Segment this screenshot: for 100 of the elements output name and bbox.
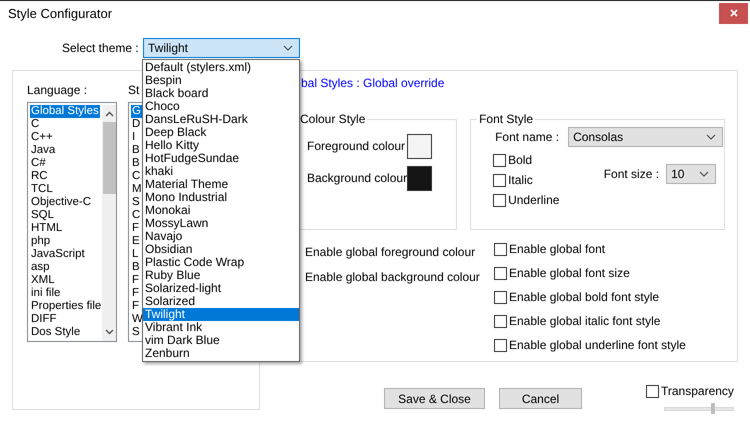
language-item[interactable]: asp (30, 261, 51, 274)
theme-option[interactable]: HotFudgeSundae (143, 152, 299, 165)
language-item[interactable]: Objective-C (30, 196, 92, 209)
language-item[interactable]: XML (30, 274, 56, 287)
style-item[interactable]: C (131, 170, 142, 183)
checkbox-label: Enable global underline font style (509, 338, 686, 352)
dialog-button[interactable]: Cancel (499, 388, 582, 409)
language-item[interactable]: JavaScript (30, 248, 86, 261)
language-item[interactable]: SQL (30, 209, 56, 222)
checkbox[interactable] (494, 290, 507, 304)
group-title: Colour Style (299, 112, 366, 126)
language-item[interactable]: Properties file (30, 300, 102, 313)
theme-option[interactable]: Twilight (143, 308, 299, 321)
checkbox[interactable] (646, 384, 659, 398)
scroll-down-icon[interactable] (104, 329, 114, 335)
colour-swatch[interactable] (407, 166, 432, 190)
close-button[interactable] (719, 2, 748, 24)
language-item[interactable]: HTML (30, 222, 64, 235)
language-item[interactable]: Global Styles (30, 105, 100, 118)
theme-option[interactable]: Bespin (143, 74, 299, 87)
language-item[interactable]: Java (30, 144, 56, 157)
checkbox-label: Enable global font (509, 242, 606, 256)
colour-label: Foreground colour (307, 139, 406, 153)
style-item[interactable]: C (131, 209, 142, 222)
theme-dropdown[interactable]: Twilight (143, 38, 300, 58)
theme-option[interactable]: Plastic Code Wrap (143, 256, 299, 269)
checkbox-label: Enable global background colour (305, 270, 481, 284)
style-item[interactable]: F (131, 287, 140, 300)
checkbox[interactable] (493, 194, 506, 206)
style-item[interactable]: B (131, 261, 141, 274)
theme-option[interactable]: Vibrant Ink (143, 321, 299, 334)
language-item[interactable]: ini file (30, 287, 62, 300)
checkbox-label: Enable global font size (509, 266, 630, 280)
slider-thumb[interactable] (710, 403, 715, 414)
style-item[interactable]: L (131, 248, 140, 261)
style-item[interactable]: E (131, 235, 141, 248)
style-item[interactable]: B (131, 157, 141, 170)
language-item[interactable]: C (30, 118, 40, 131)
theme-option[interactable]: Hello Kitty (143, 139, 299, 152)
font-name-dropdown[interactable]: Consolas (568, 127, 724, 147)
checkbox[interactable] (493, 174, 506, 186)
theme-option[interactable]: Navajo (143, 230, 299, 243)
chevron-down-icon (706, 134, 716, 140)
theme-option[interactable]: Ruby Blue (143, 269, 299, 282)
font-size-dropdown[interactable]: 10 (666, 164, 716, 184)
style-item[interactable]: D (131, 118, 142, 131)
theme-option[interactable]: Material Theme (143, 178, 299, 191)
group-title: Font Style (478, 112, 534, 126)
style-item[interactable]: I (131, 131, 136, 144)
checkbox[interactable] (494, 242, 507, 256)
checkbox[interactable] (493, 154, 506, 166)
style-item[interactable]: S (131, 196, 141, 209)
theme-option[interactable]: Solarized-light (143, 282, 299, 295)
style-item[interactable]: G (131, 105, 142, 118)
chevron-down-icon (699, 171, 710, 177)
font-name-label: Font name : (495, 130, 560, 144)
checkbox-label: Enable global bold font style (509, 290, 660, 304)
style-item[interactable]: M (131, 183, 143, 196)
theme-option[interactable]: vim Dark Blue (143, 334, 299, 347)
language-item[interactable]: php (30, 235, 52, 248)
style-header: bal Styles : Global override (301, 76, 444, 90)
theme-option[interactable]: Default (stylers.xml) (143, 61, 299, 74)
language-item[interactable]: RC (30, 170, 49, 183)
language-item[interactable]: DIFF (30, 313, 58, 326)
theme-option[interactable]: Zenburn (143, 347, 299, 360)
language-item[interactable]: TCL (30, 183, 54, 196)
style-item[interactable]: B (131, 144, 141, 157)
language-item[interactable]: C# (30, 157, 47, 170)
colour-swatch[interactable] (407, 134, 432, 158)
theme-option[interactable]: Deep Black (143, 126, 299, 139)
style-label: St (128, 83, 140, 97)
checkbox[interactable] (494, 314, 507, 328)
theme-option[interactable]: khaki (143, 165, 299, 178)
checkbox[interactable] (494, 266, 507, 280)
window-title: Style Configurator (8, 6, 112, 20)
dialog-button[interactable]: Save & Close (384, 388, 485, 409)
theme-option[interactable]: DansLeRuSH-Dark (143, 113, 299, 126)
chevron-down-icon (283, 45, 293, 51)
theme-option[interactable]: Monokai (143, 204, 299, 217)
theme-option[interactable]: Choco (143, 100, 299, 113)
scrollbar-thumb[interactable] (102, 122, 116, 194)
style-item[interactable]: W (131, 313, 144, 326)
style-item[interactable]: F (131, 300, 140, 313)
checkbox[interactable] (494, 338, 507, 352)
colour-label: Background colour (307, 171, 408, 185)
font-size-label: Font size : (604, 167, 660, 181)
style-item[interactable]: S (131, 326, 141, 339)
theme-option[interactable]: Solarized (143, 295, 299, 308)
theme-label: Select theme : (62, 41, 140, 55)
scroll-up-icon[interactable] (104, 111, 114, 117)
language-item[interactable]: C++ (30, 131, 54, 144)
style-item[interactable]: F (131, 222, 140, 235)
language-item[interactable]: Dos Style (30, 326, 82, 339)
theme-option[interactable]: Black board (143, 87, 299, 100)
theme-option[interactable]: MossyLawn (143, 217, 299, 230)
style-item[interactable]: F (131, 274, 140, 287)
transparency-label: Transparency (661, 384, 734, 398)
scrollbar[interactable] (102, 105, 116, 341)
theme-option[interactable]: Obsidian (143, 243, 299, 256)
theme-option[interactable]: Mono Industrial (143, 191, 299, 204)
